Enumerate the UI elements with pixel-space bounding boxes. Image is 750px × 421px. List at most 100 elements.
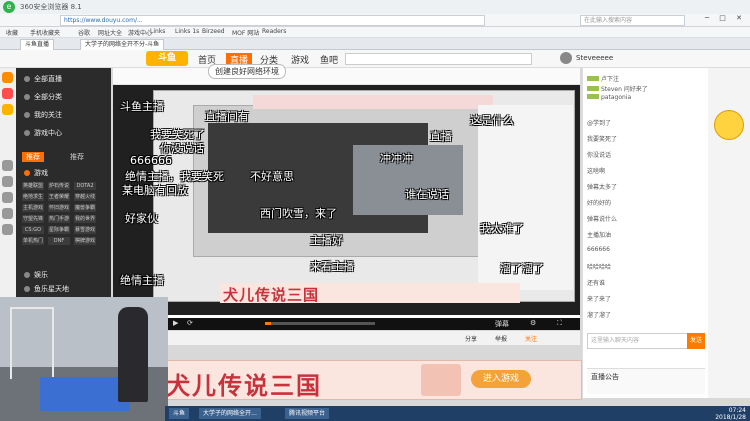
- danmaku-text: 这是什么: [470, 114, 514, 127]
- level-badge: [587, 76, 599, 81]
- mascot-icon[interactable]: [714, 110, 744, 140]
- home-icon[interactable]: [2, 72, 13, 83]
- game-section-icon: [24, 170, 30, 176]
- chat-message: 哈哈哈哈: [587, 264, 612, 271]
- chat-message: 溜了溜了: [587, 312, 612, 319]
- sidebar-item-all-category[interactable]: 全部分类: [24, 92, 62, 102]
- danmaku-text: 谁在说话: [405, 188, 449, 201]
- bookmark-item[interactable]: Links 1s: [175, 28, 199, 35]
- nav-game[interactable]: 游戏: [291, 53, 309, 66]
- category-cell[interactable]: 绝地求生: [22, 193, 44, 201]
- level-badge: [587, 94, 599, 99]
- category-cell[interactable]: 炉石传说: [48, 182, 70, 190]
- browser-search-input[interactable]: 在此输入搜索内容: [580, 15, 685, 26]
- follow-icon[interactable]: [2, 104, 13, 115]
- taskbar-item[interactable]: 斗鱼: [169, 408, 190, 419]
- danmaku-text: 冲冲冲: [380, 152, 413, 165]
- live-icon[interactable]: [2, 88, 13, 99]
- outdoor-icon[interactable]: [2, 224, 13, 235]
- sidebar-item-follow[interactable]: 我的关注: [24, 110, 62, 120]
- category-cell[interactable]: DNF: [48, 237, 70, 245]
- category-cell[interactable]: 穿越火线: [74, 193, 96, 201]
- category-cell[interactable]: 我的世界: [74, 215, 96, 223]
- chat-message: 这啥啊: [587, 168, 606, 175]
- chat-message: patagonia: [587, 94, 631, 101]
- bookmark-item[interactable]: 网址大全: [98, 28, 122, 37]
- category-cell[interactable]: 主机游戏: [22, 204, 44, 212]
- site-search-input[interactable]: [345, 53, 532, 65]
- share-button[interactable]: 分享: [465, 334, 477, 343]
- bookmark-item[interactable]: Birzeed: [202, 28, 225, 35]
- heart-icon: [24, 112, 30, 118]
- window-title: 360安全浏览器 8.1: [20, 3, 82, 11]
- category-cell[interactable]: 单机热门: [22, 237, 44, 245]
- danmaku-text: 我太难了: [480, 222, 524, 235]
- category-cell[interactable]: 怀旧游戏: [48, 204, 70, 212]
- fullscreen-icon[interactable]: ⛶: [557, 319, 562, 328]
- url-input[interactable]: https://www.douyu.com/...: [60, 15, 485, 26]
- douyu-logo[interactable]: 斗鱼: [146, 51, 188, 66]
- progress-bar[interactable]: [265, 322, 375, 325]
- danmaku-text: 溜了溜了: [500, 262, 544, 275]
- bookmark-item[interactable]: Readers: [262, 28, 286, 35]
- avatar[interactable]: [560, 52, 572, 64]
- category-cell[interactable]: 星际争霸: [48, 226, 70, 234]
- bookmark-item[interactable]: 手机收藏夹: [30, 28, 60, 37]
- danmaku-text: 某电脑有回放: [122, 184, 188, 197]
- window-controls[interactable]: ─ □ ✕: [705, 14, 746, 22]
- tv-icon: [24, 76, 30, 82]
- sidebar-item-all-live[interactable]: 全部直播: [24, 74, 62, 84]
- play-icon[interactable]: ▶: [173, 319, 178, 327]
- chat-message: 我要笑死了: [587, 136, 618, 143]
- follow-button[interactable]: 关注: [525, 334, 537, 343]
- chat-send-button[interactable]: 发送: [687, 333, 705, 349]
- nested-ad-banner[interactable]: 犬儿传说三国: [220, 283, 520, 304]
- bookmark-item[interactable]: Links: [150, 28, 165, 35]
- danmaku-text: 来看主播: [310, 260, 354, 273]
- sidebar-footer[interactable]: 鱼乐星天地: [24, 284, 69, 294]
- tab-stream[interactable]: 大学子的网络全开不分-斗鱼: [80, 39, 165, 50]
- entertain-icon[interactable]: [2, 176, 13, 187]
- sidebar-section-game[interactable]: 游戏: [24, 168, 48, 178]
- left-icon-strip: [0, 68, 17, 298]
- game-icon[interactable]: [2, 160, 13, 171]
- bookmark-item[interactable]: 收藏: [6, 28, 18, 37]
- browser-title-bar: e 360安全浏览器 8.1: [0, 0, 750, 15]
- tech-icon[interactable]: [2, 192, 13, 203]
- chat-message: 还有谁: [587, 280, 606, 287]
- sidebar-item-game-center[interactable]: 游戏中心: [24, 128, 62, 138]
- user-name[interactable]: Steveeeee: [576, 54, 613, 62]
- category-cell[interactable]: 守望先锋: [22, 215, 44, 223]
- game-ad-banner[interactable]: 犬儿传说三国 进入游戏: [165, 360, 582, 400]
- address-bar-row: https://www.douyu.com/... 在此输入搜索内容 ─ □ ✕: [0, 14, 750, 27]
- taskbar-item[interactable]: 腾讯视频平台: [285, 408, 330, 419]
- tab-douyu[interactable]: 斗鱼直播: [20, 39, 55, 50]
- sidebar-section-entertain[interactable]: 娱乐: [24, 270, 48, 280]
- danmaku-toggle[interactable]: 弹幕: [495, 319, 509, 329]
- bookmark-item[interactable]: 游戏中心: [128, 28, 152, 37]
- music-icon[interactable]: [2, 208, 13, 219]
- gamepad-icon: [24, 130, 30, 136]
- category-cell[interactable]: 英雄联盟: [22, 182, 44, 190]
- category-cell[interactable]: 棋牌游戏: [74, 237, 96, 245]
- category-cell[interactable]: DOTA2: [74, 182, 96, 190]
- fish-icon: [24, 286, 30, 292]
- report-button[interactable]: 举报: [495, 334, 507, 343]
- category-cell[interactable]: 热门手游: [48, 215, 70, 223]
- taskbar-item[interactable]: 大学子的网络全开…: [199, 408, 262, 419]
- danmaku-text: 主播好: [310, 234, 343, 247]
- nav-fishbar[interactable]: 鱼吧: [320, 53, 338, 66]
- category-cell[interactable]: CS:GO: [22, 226, 44, 234]
- sidebar-tab-second[interactable]: 推荐: [66, 152, 88, 162]
- bookmark-item[interactable]: MOF 网站: [232, 28, 259, 37]
- category-cell[interactable]: 魔兽争霸: [74, 204, 96, 212]
- settings-icon[interactable]: ⚙: [530, 319, 536, 327]
- category-cell[interactable]: 王者荣耀: [48, 193, 70, 201]
- bookmark-item[interactable]: 谷歌: [78, 28, 90, 37]
- enter-game-button[interactable]: 进入游戏: [471, 370, 531, 388]
- chat-input[interactable]: 这里输入聊天内容: [587, 333, 688, 349]
- refresh-icon[interactable]: ⟳: [187, 319, 193, 327]
- sidebar-tab-recommend[interactable]: 推荐: [22, 152, 44, 162]
- category-cell[interactable]: 暴雪游戏: [74, 226, 96, 234]
- system-clock[interactable]: 07:24 2018/1/28: [715, 407, 746, 421]
